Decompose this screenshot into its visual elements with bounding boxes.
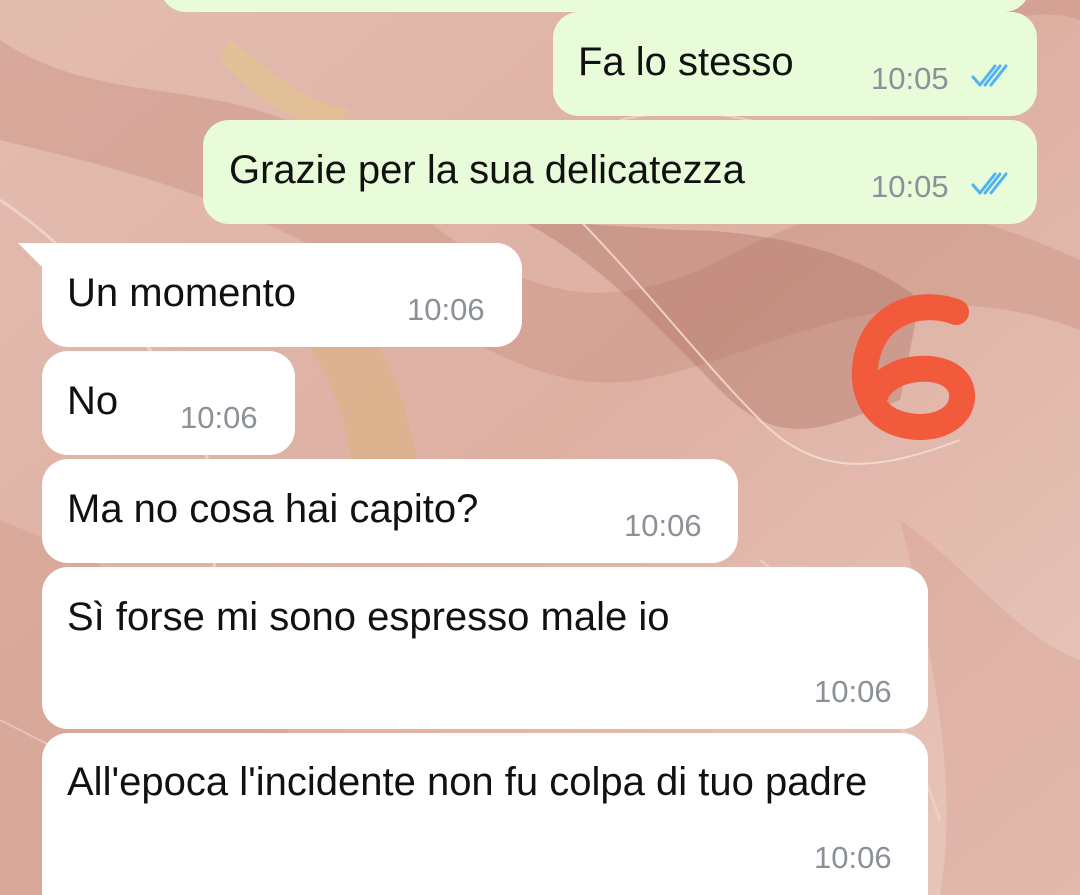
message-timestamp: 10:06	[180, 400, 258, 435]
message-timestamp: 10:06	[814, 674, 892, 709]
message-timestamp: 10:06	[814, 840, 892, 875]
double-check-read-icon	[971, 172, 1008, 195]
message-timestamp: 10:05	[871, 169, 949, 204]
message-text: Grazie per la sua delicatezza	[229, 148, 745, 192]
message-bubble-outgoing[interactable]: Fa lo stesso 10:05	[553, 12, 1037, 116]
message-timestamp: 10:05	[871, 61, 949, 96]
message-timestamp: 10:06	[624, 508, 702, 543]
message-bubble-outgoing[interactable]: Grazie per la sua delicatezza 10:05	[203, 120, 1037, 224]
message-bubble-incoming[interactable]: Un momento 10:06	[42, 243, 522, 347]
message-timestamp: 10:06	[407, 292, 485, 327]
message-text: Sì forse mi sono espresso male io	[67, 595, 670, 639]
message-bubble-incoming[interactable]: No 10:06	[42, 351, 295, 455]
message-text: Ma no cosa hai capito?	[67, 487, 479, 531]
message-bubble-incoming[interactable]: All'epoca l'incidente non fu colpa di tu…	[42, 733, 928, 895]
message-text: Fa lo stesso	[578, 40, 794, 84]
handwritten-number-annotation	[851, 294, 975, 440]
message-text: Un momento	[67, 271, 296, 315]
message-bubble-incoming[interactable]: Ma no cosa hai capito? 10:06	[42, 459, 738, 563]
message-bubble-incoming[interactable]: Sì forse mi sono espresso male io 10:06	[42, 567, 928, 729]
double-check-read-icon	[971, 64, 1008, 87]
message-text: All'epoca l'incidente non fu colpa di tu…	[67, 760, 868, 804]
partial-outgoing-bubble	[160, 0, 1030, 12]
message-text: No	[67, 379, 119, 423]
